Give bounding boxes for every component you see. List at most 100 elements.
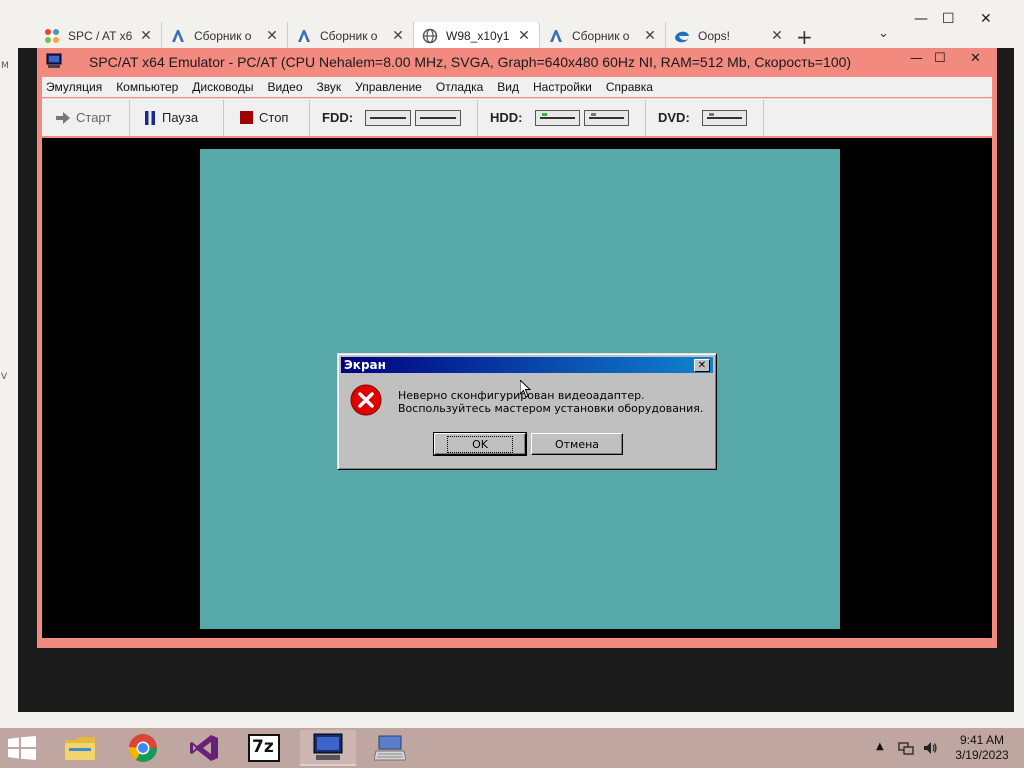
cancel-button[interactable]: Отмена <box>531 433 623 455</box>
fdd-label: FDD: <box>322 110 354 125</box>
emulator-menubar: Эмуляция Компьютер Дисководы Видео Звук … <box>42 77 992 97</box>
ok-button-label: OK <box>447 435 513 453</box>
mouse-cursor-icon <box>519 378 532 403</box>
error-dialog: Экран ✕ Неверно сконфигурирован видеоада… <box>337 353 717 470</box>
document-icon <box>170 28 186 44</box>
clock-time: 9:41 AM <box>959 733 1005 747</box>
hard-drive-0-icon[interactable] <box>534 109 580 126</box>
browser-tab[interactable]: SPC / AT x6 ✕ <box>36 22 162 50</box>
joomla-icon <box>44 28 60 44</box>
fdd-group: FDD: <box>310 99 478 136</box>
tab-close-icon[interactable]: ✕ <box>263 28 281 44</box>
pause-button[interactable]: Пауза <box>130 99 224 136</box>
dvd-group: DVD: <box>646 99 764 136</box>
tab-list-chevron-icon[interactable]: ⌄ <box>878 26 889 41</box>
pause-icon <box>144 110 156 125</box>
guest-desktop[interactable]: Экран ✕ Неверно сконфигурирован видеоада… <box>200 149 840 629</box>
7zip-icon[interactable]: 7z <box>236 730 292 766</box>
tab-close-icon[interactable]: ✕ <box>389 28 407 44</box>
tab-title: W98_x10y1 <box>446 29 510 43</box>
emulator-icon[interactable] <box>300 730 356 766</box>
tab-title: Oops! <box>698 29 731 43</box>
tab-title: Сборник о <box>572 29 630 43</box>
floppy-drive-a-icon[interactable] <box>365 109 412 126</box>
computer-icon <box>46 53 62 74</box>
tab-title: SPC / AT x6 <box>68 29 133 43</box>
menu-control[interactable]: Управление <box>355 80 422 94</box>
emulator-titlebar[interactable]: SPC/AT x64 Emulator - PC/AT (CPU Nehalem… <box>37 48 997 75</box>
tab-title: Сборник о <box>320 29 378 43</box>
dialog-titlebar[interactable]: Экран ✕ <box>341 357 713 373</box>
chrome-icon[interactable] <box>115 730 171 766</box>
emulator-toolbar: Старт Пауза Стоп FDD: HDD: DVD: <box>42 98 992 136</box>
document-icon <box>548 28 564 44</box>
floppy-drive-b-icon[interactable] <box>415 109 461 126</box>
menu-drives[interactable]: Дисководы <box>192 80 253 94</box>
stop-button-label: Стоп <box>259 110 289 125</box>
menu-view[interactable]: Вид <box>497 80 519 94</box>
desktop-icon-label: V <box>1 372 8 382</box>
taskbar: 7z ▲ 9:41 AM 3/19/2023 <box>0 728 1024 768</box>
dvd-drive-icon[interactable] <box>701 109 747 126</box>
dvd-label: DVD: <box>658 110 690 125</box>
clock-date: 3/19/2023 <box>955 748 1009 762</box>
tab-close-icon[interactable]: ✕ <box>515 28 533 44</box>
arrow-right-icon <box>56 111 70 124</box>
new-tab-button[interactable]: + <box>796 25 813 49</box>
menu-emulation[interactable]: Эмуляция <box>46 80 102 94</box>
error-icon <box>350 384 382 421</box>
pause-button-label: Пауза <box>162 110 199 125</box>
visual-studio-icon[interactable] <box>176 730 232 766</box>
windows-start-icon[interactable] <box>8 736 36 765</box>
browser-minimize-button[interactable]: — <box>914 11 928 27</box>
system-clock[interactable]: 9:41 AM 3/19/2023 <box>952 733 1012 763</box>
desktop-edge: M V <box>0 0 10 728</box>
browser-maximize-button[interactable]: ☐ <box>942 11 955 27</box>
file-explorer-icon[interactable] <box>52 730 108 766</box>
menu-settings[interactable]: Настройки <box>533 80 592 94</box>
browser-tab[interactable]: Oops! ✕ <box>666 22 792 50</box>
emulator-window: SPC/AT x64 Emulator - PC/AT (CPU Nehalem… <box>37 48 997 648</box>
dialog-close-button[interactable]: ✕ <box>694 359 710 372</box>
tray-expand-icon[interactable]: ▲ <box>876 741 884 752</box>
keyboard-icon[interactable] <box>362 730 418 766</box>
tab-close-icon[interactable]: ✕ <box>768 28 786 44</box>
hard-drive-1-icon[interactable] <box>583 109 629 126</box>
start-button-label: Старт <box>76 110 112 125</box>
globe-icon <box>422 28 438 44</box>
dialog-title: Экран <box>344 358 386 372</box>
browser-tab-active[interactable]: W98_x10y1 ✕ <box>414 22 540 50</box>
browser-close-button[interactable]: ✕ <box>980 11 992 27</box>
tab-close-icon[interactable]: ✕ <box>641 28 659 44</box>
menu-help[interactable]: Справка <box>606 80 653 94</box>
browser-tab[interactable]: Сборник о ✕ <box>288 22 414 50</box>
tab-close-icon[interactable]: ✕ <box>137 28 155 44</box>
emulator-close-button[interactable]: ✕ <box>970 51 981 66</box>
dialog-message: Неверно сконфигурирован видеоадаптер. Во… <box>398 389 704 415</box>
menu-debug[interactable]: Отладка <box>436 80 483 94</box>
network-icon[interactable] <box>898 740 914 761</box>
cancel-button-label: Отмена <box>554 437 600 451</box>
menu-video[interactable]: Видео <box>267 80 302 94</box>
hdd-group: HDD: <box>478 99 646 136</box>
desktop-icon-label: M <box>1 61 9 71</box>
start-button[interactable]: Старт <box>42 99 130 136</box>
hdd-label: HDD: <box>490 110 523 125</box>
menu-sound[interactable]: Звук <box>317 80 342 94</box>
emulator-minimize-button[interactable]: — <box>910 51 923 66</box>
tab-title: Сборник о <box>194 29 252 43</box>
stop-icon <box>240 111 253 124</box>
browser-window: SPC / AT x6 ✕ Сборник о ✕ Сборник о ✕ W9… <box>10 0 1024 728</box>
emulator-maximize-button[interactable]: ☐ <box>934 51 946 66</box>
page-content: SPC/AT x64 Emulator - PC/AT (CPU Nehalem… <box>18 48 1014 712</box>
emulator-title: SPC/AT x64 Emulator - PC/AT (CPU Nehalem… <box>89 54 852 70</box>
volume-icon[interactable] <box>922 740 938 761</box>
menu-computer[interactable]: Компьютер <box>116 80 178 94</box>
7zip-label: 7z <box>252 737 274 757</box>
stop-button[interactable]: Стоп <box>224 99 310 136</box>
tab-strip: SPC / AT x6 ✕ Сборник о ✕ Сборник о ✕ W9… <box>36 22 792 50</box>
ok-button[interactable]: OK <box>433 432 527 456</box>
browser-tab[interactable]: Сборник о ✕ <box>162 22 288 50</box>
browser-tab[interactable]: Сборник о ✕ <box>540 22 666 50</box>
document-icon <box>296 28 312 44</box>
